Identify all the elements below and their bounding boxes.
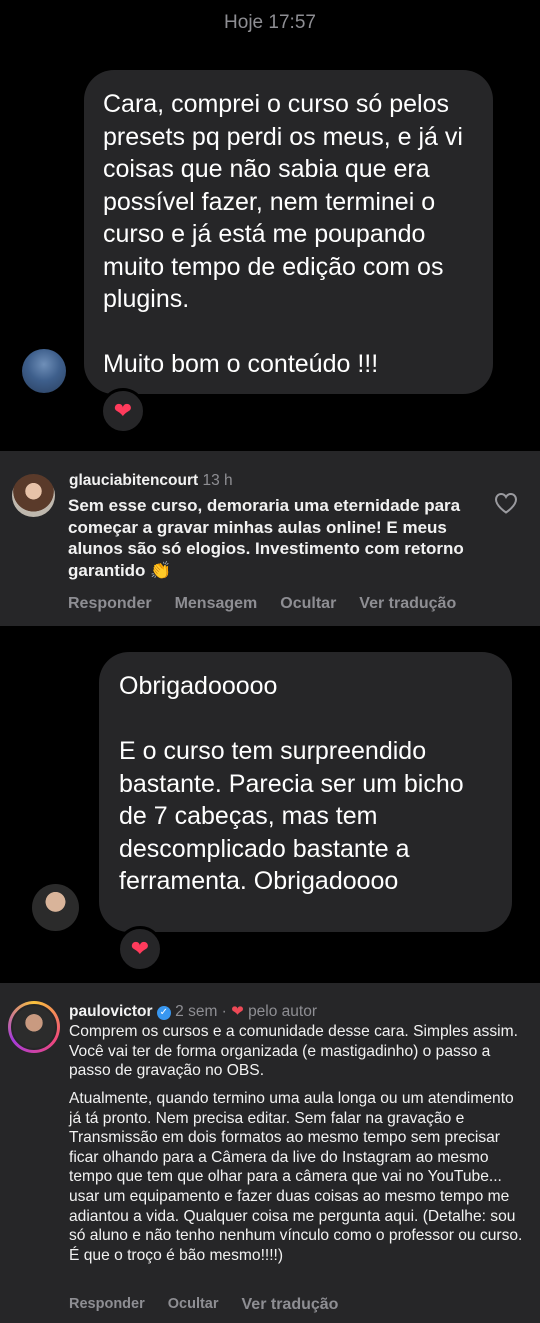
heart-icon: ❤ [231, 1003, 244, 1020]
heart-emoji-icon: ❤ [130, 936, 150, 961]
message-bubble[interactable]: Obrigadooooo E o curso tem surpreendido … [99, 652, 512, 932]
comment-text-paragraph: Atualmente, quando termino uma aula long… [69, 1090, 527, 1264]
reply-button[interactable]: Responder [69, 1296, 145, 1314]
verified-badge-icon: ✓ [156, 1006, 171, 1020]
comment-header: paulovictor ✓ 2 sem · ❤ pelo autor [69, 1002, 317, 1021]
comment-actions: Responder Ocultar Ver tradução [69, 1296, 361, 1314]
commenter-avatar[interactable] [8, 1001, 60, 1053]
sender-avatar[interactable] [32, 884, 79, 931]
sender-avatar[interactable] [22, 349, 66, 393]
comment-username[interactable]: glauciabitencourt [69, 472, 198, 489]
hide-button[interactable]: Ocultar [280, 595, 336, 613]
translate-button[interactable]: Ver tradução [242, 1296, 339, 1314]
comment-text: Sem esse curso, demoraria uma eternidade… [68, 496, 469, 580]
translate-button[interactable]: Ver tradução [359, 595, 456, 613]
comment-time: 2 sem · [175, 1003, 227, 1020]
timestamp: Hoje 17:57 [224, 12, 316, 33]
avatar-photo [11, 1004, 57, 1050]
liked-by-author-label: pelo autor [248, 1003, 318, 1020]
reply-button[interactable]: Responder [68, 595, 152, 613]
comment-actions: Responder Mensagem Ocultar Ver tradução [68, 595, 479, 613]
hide-button[interactable]: Ocultar [168, 1296, 219, 1314]
commenter-avatar[interactable] [12, 474, 55, 517]
comment-text-paragraph: Comprem os cursos e a comunidade desse c… [69, 1023, 523, 1080]
comment-time: 13 h [202, 472, 233, 489]
comment-username[interactable]: paulovictor [69, 1003, 153, 1020]
heart-emoji-icon: ❤ [113, 398, 133, 423]
message-bubble[interactable]: Cara, comprei o curso só pelos presets p… [84, 70, 493, 394]
heart-reaction[interactable]: ❤ [100, 388, 146, 434]
heart-outline-icon[interactable] [494, 492, 518, 514]
message-button[interactable]: Mensagem [175, 595, 258, 613]
heart-reaction[interactable]: ❤ [117, 926, 163, 972]
comment-header: glauciabitencourt 13 h [69, 472, 233, 490]
